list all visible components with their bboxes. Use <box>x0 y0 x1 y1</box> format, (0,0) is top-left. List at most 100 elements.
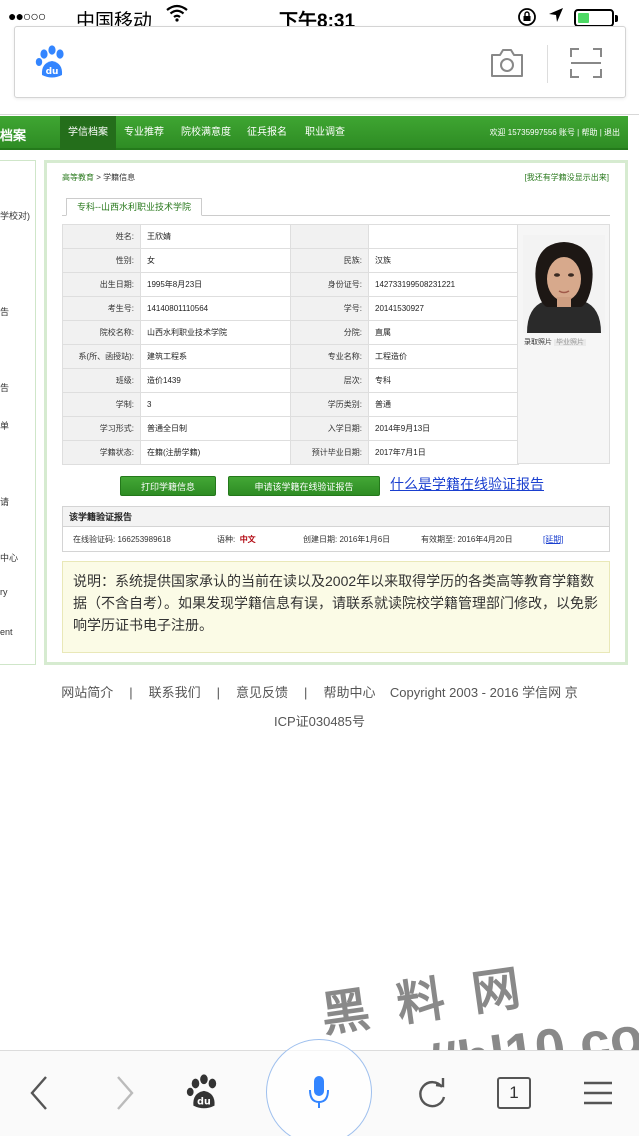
field-label: 出生日期: <box>62 272 141 297</box>
admission-photo-tab[interactable]: 录取照片 <box>524 339 552 346</box>
voice-search-button[interactable] <box>266 1039 372 1136</box>
breadcrumb-parent[interactable]: 高等教育 <box>62 173 94 182</box>
site-brand[interactable]: 档案 <box>0 125 26 144</box>
verification-code: 在线验证码: 166253989618 <box>73 535 171 544</box>
field-value: 直属 <box>368 320 519 345</box>
student-photo <box>523 235 605 333</box>
info-row: 班级: 造价1439 层次: 专科 <box>62 368 519 393</box>
field-value: 造价1439 <box>140 368 291 393</box>
scan-icon[interactable] <box>569 47 603 79</box>
verification-report-box: 该学籍验证报告 在线验证码: 166253989618 语种: 中文 创建日期:… <box>62 506 610 552</box>
explanation-note: 说明：系统提供国家承认的当前在读以及2002年以来取得学历的各类高等教育学籍数据… <box>62 561 610 653</box>
field-label: 学籍状态: <box>62 440 141 465</box>
wifi-icon <box>166 4 188 27</box>
browser-search-bar[interactable]: du <box>14 26 626 98</box>
footer-link-help[interactable]: 帮助中心 <box>323 685 375 700</box>
forward-arrow-icon[interactable] <box>108 1073 140 1113</box>
svg-text:du: du <box>46 67 59 77</box>
footer-icp: ICP证030485号 <box>273 714 366 729</box>
tab-count-button[interactable]: 1 <box>497 1077 531 1109</box>
field-label: 层次: <box>290 368 369 393</box>
field-value: 专科 <box>368 368 519 393</box>
field-value: 普通 <box>368 392 519 417</box>
side-menu-item[interactable]: ent <box>0 627 13 637</box>
refresh-icon[interactable] <box>414 1073 450 1113</box>
menu-icon[interactable] <box>580 1073 616 1113</box>
nav-tab-career-survey[interactable]: 职业调查 <box>298 116 352 150</box>
missing-record-link[interactable]: [我还有学籍没显示出来] <box>525 172 609 183</box>
side-menu-item[interactable]: 请 <box>0 495 9 508</box>
field-label: 学习形式: <box>62 416 141 441</box>
field-value: 20141530927 <box>368 296 519 321</box>
tab-record-college[interactable]: 专科--山西水利职业技术学院 <box>66 198 202 216</box>
record-tabs: 专科--山西水利职业技术学院 <box>62 198 610 216</box>
report-title: 该学籍验证报告 <box>63 507 609 527</box>
welcome-account-links[interactable]: 欢迎 15735997556 账号 | 帮助 | 退出 <box>490 116 620 150</box>
photo-caption: 录取照片 毕业照片 <box>524 337 586 347</box>
divider <box>547 45 548 83</box>
field-value: 女 <box>140 248 291 273</box>
field-label: 分院: <box>290 320 369 345</box>
field-value: 王欣婧 <box>140 224 291 249</box>
baidu-home-icon[interactable]: du <box>186 1073 224 1113</box>
nav-tab-major-recommend[interactable]: 专业推荐 <box>118 116 170 150</box>
battery-icon <box>574 9 618 27</box>
graduation-photo-tab[interactable]: 毕业照片 <box>553 339 586 346</box>
print-record-button[interactable]: 打印学籍信息 <box>120 476 216 496</box>
info-row: 学制: 3 学历类别: 普通 <box>62 392 519 417</box>
nav-tab-school-satisfaction[interactable]: 院校满意度 <box>174 116 238 150</box>
side-menu-item[interactable]: ry <box>0 587 8 597</box>
page-footer: 网站简介 | 联系我们 | 意见反馈 | 帮助中心 Copyright 2003 - 201… <box>0 678 639 736</box>
field-value: 142733199508231221 <box>368 272 519 297</box>
nav-tab-enlistment[interactable]: 征兵报名 <box>240 116 294 150</box>
breadcrumb: 高等教育 > 学籍信息 <box>62 173 136 182</box>
footer-link-about[interactable]: 网站简介 <box>61 685 113 700</box>
side-menu-item[interactable]: 学校对) <box>0 209 30 222</box>
breadcrumb-current: 学籍信息 <box>103 173 136 182</box>
footer-link-contact[interactable]: 联系我们 <box>149 685 201 700</box>
baidu-paw-icon[interactable]: du <box>35 45 71 81</box>
photo-panel: 录取照片 毕业照片 <box>517 224 610 464</box>
side-menu-item[interactable]: 中心 <box>0 551 18 564</box>
field-label: 身份证号: <box>290 272 369 297</box>
field-value: 汉族 <box>368 248 519 273</box>
report-valid-until: 有效期至: 2016年4月20日 <box>421 535 513 544</box>
info-row: 考生号: 14140801110564 学号: 20141530927 <box>62 296 519 321</box>
field-label: 系(所、函授站): <box>62 344 141 369</box>
signal-strength: ●●○○○ <box>8 8 46 24</box>
microphone-icon <box>309 1076 329 1108</box>
student-info-table: 姓名: 王欣婧 性别: 女民族: 汉族 出生日期: 1995年8月23日 身份证号: 14273… <box>62 224 519 465</box>
field-value: 2017年7月1日 <box>368 440 519 465</box>
battery-level <box>578 13 589 23</box>
footer-link-feedback[interactable]: 意见反馈 <box>236 685 288 700</box>
info-row: 学习形式: 普通全日制 入学日期: 2014年9月13日 <box>62 416 519 441</box>
field-value: 在籍(注册学籍) <box>140 440 291 465</box>
field-label: 考生号: <box>62 296 141 321</box>
footer-copyright: Copyright 2003 - 2016 学信网 京 <box>389 685 578 700</box>
side-menu-item[interactable]: 单 <box>0 419 9 432</box>
field-value: 14140801110564 <box>140 296 291 321</box>
back-arrow-icon[interactable] <box>24 1073 56 1113</box>
field-value: 工程造价 <box>368 344 519 369</box>
field-label: 性别: <box>62 248 141 273</box>
field-value: 山西水利职业技术学院 <box>140 320 291 345</box>
divider <box>0 114 639 115</box>
info-row: 出生日期: 1995年8月23日 身份证号: 142733199508231221 <box>62 272 519 297</box>
field-value: 建筑工程系 <box>140 344 291 369</box>
side-menu-item[interactable]: 告 <box>0 305 9 318</box>
info-row: 学籍状态: 在籍(注册学籍) 预计毕业日期: 2017年7月1日 <box>62 440 519 465</box>
camera-icon[interactable] <box>489 47 525 79</box>
extend-link[interactable]: [延期] <box>543 534 563 545</box>
what-is-report-link[interactable]: 什么是学籍在线验证报告 <box>390 474 544 494</box>
site-nav-bar: 档案 学信档案 专业推荐 院校满意度 征兵报名 职业调查 欢迎 15735997… <box>0 116 628 150</box>
field-label: 学制: <box>62 392 141 417</box>
info-row: 姓名: 王欣婧 <box>62 224 519 249</box>
field-label: 院校名称: <box>62 320 141 345</box>
field-label: 班级: <box>62 368 141 393</box>
field-value: 普通全日制 <box>140 416 291 441</box>
field-value: 3 <box>140 392 291 417</box>
nav-tab-xuexin-dangan[interactable]: 学信档案 <box>60 116 116 150</box>
apply-verification-report-button[interactable]: 申请该学籍在线验证报告 <box>228 476 380 496</box>
field-label: 入学日期: <box>290 416 369 441</box>
side-menu-item[interactable]: 告 <box>0 381 9 394</box>
